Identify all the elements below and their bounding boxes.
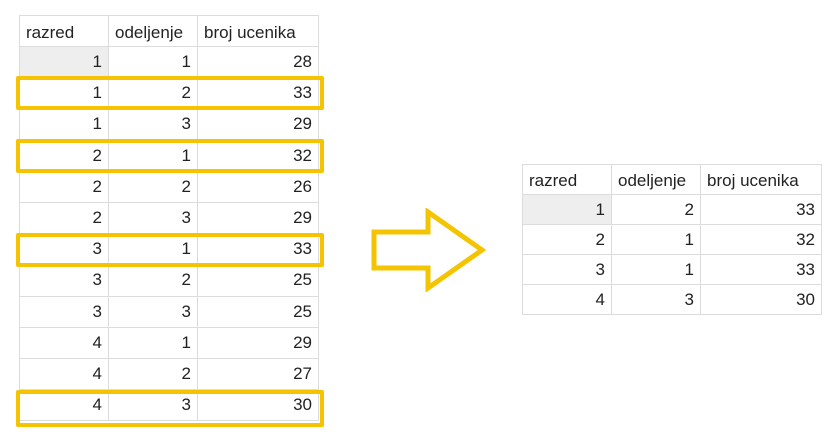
header-row: razred odeljenje broj ucenika bbox=[19, 15, 319, 47]
table-row: 3 2 25 bbox=[19, 264, 319, 297]
cell-broj-ucenika[interactable]: 26 bbox=[197, 170, 319, 203]
cell-odeljenje[interactable]: 1 bbox=[611, 254, 701, 285]
table-row: 1 2 33 bbox=[522, 194, 822, 225]
cell-razred[interactable]: 4 bbox=[19, 389, 109, 422]
cell-broj-ucenika[interactable]: 28 bbox=[197, 45, 319, 79]
table-row: 2 1 32 bbox=[522, 224, 822, 255]
table-row: 1 2 33 bbox=[19, 77, 319, 110]
right-arrow-icon bbox=[371, 208, 487, 292]
cell-broj-ucenika[interactable]: 29 bbox=[197, 201, 319, 235]
cell-odeljenje[interactable]: 3 bbox=[108, 389, 198, 422]
cell-razred[interactable]: 2 bbox=[19, 201, 109, 235]
cell-odeljenje[interactable]: 2 bbox=[108, 264, 198, 297]
cell-razred[interactable]: 2 bbox=[522, 224, 612, 255]
source-table: razred odeljenje broj ucenika 1 1 28 1 2… bbox=[19, 15, 319, 422]
header-odeljenje[interactable]: odeljenje bbox=[611, 164, 701, 195]
cell-odeljenje[interactable]: 1 bbox=[108, 326, 198, 359]
header-odeljenje[interactable]: odeljenje bbox=[108, 15, 198, 47]
header-broj-ucenika[interactable]: broj ucenika bbox=[700, 164, 822, 195]
cell-razred[interactable]: 4 bbox=[19, 326, 109, 359]
cell-broj-ucenika[interactable]: 33 bbox=[700, 254, 822, 285]
table-row: 4 3 30 bbox=[19, 389, 319, 422]
table-row: 1 3 29 bbox=[19, 108, 319, 141]
cell-broj-ucenika[interactable]: 30 bbox=[700, 284, 822, 315]
cell-razred[interactable]: 3 bbox=[19, 233, 109, 266]
cell-odeljenje[interactable]: 1 bbox=[611, 224, 701, 255]
result-table: razred odeljenje broj ucenika 1 2 33 2 1… bbox=[522, 164, 822, 315]
table-row: 4 1 29 bbox=[19, 326, 319, 359]
table-row: 3 1 33 bbox=[19, 233, 319, 266]
cell-broj-ucenika[interactable]: 32 bbox=[197, 139, 319, 172]
cell-razred[interactable]: 1 bbox=[19, 45, 109, 79]
cell-broj-ucenika[interactable]: 25 bbox=[197, 264, 319, 297]
cell-razred[interactable]: 2 bbox=[19, 139, 109, 172]
table-row: 1 1 28 bbox=[19, 45, 319, 79]
cell-razred[interactable]: 1 bbox=[19, 108, 109, 141]
cell-broj-ucenika[interactable]: 29 bbox=[197, 108, 319, 141]
cell-razred[interactable]: 3 bbox=[19, 295, 109, 328]
cell-broj-ucenika[interactable]: 30 bbox=[197, 389, 319, 422]
cell-odeljenje[interactable]: 2 bbox=[108, 170, 198, 203]
cell-broj-ucenika[interactable]: 33 bbox=[197, 233, 319, 266]
header-row: razred odeljenje broj ucenika bbox=[522, 164, 822, 195]
cell-odeljenje[interactable]: 1 bbox=[108, 233, 198, 266]
cell-odeljenje[interactable]: 3 bbox=[108, 295, 198, 328]
cell-odeljenje[interactable]: 3 bbox=[611, 284, 701, 315]
cell-razred[interactable]: 3 bbox=[19, 264, 109, 297]
cell-razred[interactable]: 2 bbox=[19, 170, 109, 203]
cell-razred[interactable]: 3 bbox=[522, 254, 612, 285]
table-row: 4 2 27 bbox=[19, 357, 319, 391]
cell-odeljenje[interactable]: 2 bbox=[611, 194, 701, 225]
table-row: 3 3 25 bbox=[19, 295, 319, 328]
table-row: 2 1 32 bbox=[19, 139, 319, 172]
cell-razred[interactable]: 1 bbox=[522, 194, 612, 225]
table-row: 4 3 30 bbox=[522, 284, 822, 315]
cell-odeljenje[interactable]: 1 bbox=[108, 45, 198, 79]
header-broj-ucenika[interactable]: broj ucenika bbox=[197, 15, 319, 47]
header-razred[interactable]: razred bbox=[522, 164, 612, 195]
cell-odeljenje[interactable]: 3 bbox=[108, 108, 198, 141]
cell-razred[interactable]: 4 bbox=[19, 357, 109, 391]
cell-broj-ucenika[interactable]: 32 bbox=[700, 224, 822, 255]
table-row: 3 1 33 bbox=[522, 254, 822, 285]
cell-odeljenje[interactable]: 3 bbox=[108, 201, 198, 235]
cell-broj-ucenika[interactable]: 29 bbox=[197, 326, 319, 359]
cell-broj-ucenika[interactable]: 27 bbox=[197, 357, 319, 391]
cell-razred[interactable]: 4 bbox=[522, 284, 612, 315]
cell-razred[interactable]: 1 bbox=[19, 77, 109, 110]
table-row: 2 2 26 bbox=[19, 170, 319, 203]
cell-broj-ucenika[interactable]: 33 bbox=[700, 194, 822, 225]
cell-odeljenje[interactable]: 2 bbox=[108, 357, 198, 391]
cell-odeljenje[interactable]: 1 bbox=[108, 139, 198, 172]
cell-odeljenje[interactable]: 2 bbox=[108, 77, 198, 110]
header-razred[interactable]: razred bbox=[19, 15, 109, 47]
cell-broj-ucenika[interactable]: 33 bbox=[197, 77, 319, 110]
cell-broj-ucenika[interactable]: 25 bbox=[197, 295, 319, 328]
table-row: 2 3 29 bbox=[19, 201, 319, 235]
